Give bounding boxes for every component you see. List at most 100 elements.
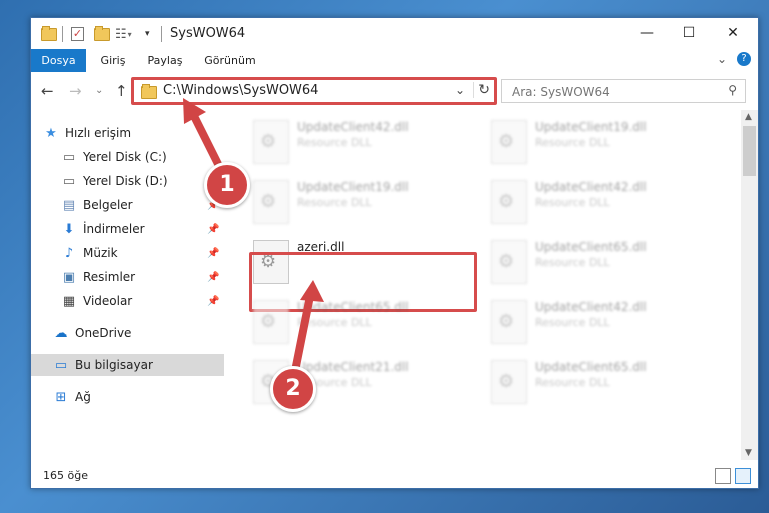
list-item[interactable]: UpdateClient19.dll Resource DLL bbox=[485, 116, 705, 168]
file-name: UpdateClient65.dll bbox=[297, 300, 409, 314]
drive-icon: ▭ bbox=[62, 173, 76, 189]
address-row: ← → ⌄ ↑ C:\Windows\SysWOW64 ⌄ ↻ ⚲ bbox=[31, 72, 758, 110]
list-item[interactable]: UpdateClient42.dll Resource DLL bbox=[485, 176, 705, 228]
sidebar-item-label: Yerel Disk (C:) bbox=[83, 150, 167, 164]
file-name: UpdateClient65.dll bbox=[535, 360, 647, 374]
dll-file-icon bbox=[491, 360, 527, 404]
sidebar-item-downloads[interactable]: ⬇ İndirmeler bbox=[61, 218, 224, 240]
sidebar-item-onedrive[interactable]: ☁ OneDrive bbox=[53, 322, 224, 344]
help-icon[interactable]: ? bbox=[737, 52, 751, 66]
separator bbox=[161, 25, 162, 43]
maximize-button[interactable]: ☐ bbox=[675, 22, 703, 44]
sidebar-item-music[interactable]: ♪ Müzik bbox=[61, 242, 224, 264]
download-icon: ⬇ bbox=[63, 221, 75, 237]
pin-icon[interactable]: 📌 bbox=[207, 224, 219, 235]
file-name: UpdateClient19.dll bbox=[297, 180, 409, 194]
close-button[interactable]: ✕ bbox=[719, 22, 747, 44]
list-item[interactable]: UpdateClient42.dll Resource DLL bbox=[485, 296, 705, 348]
back-arrow-icon[interactable]: ← bbox=[41, 82, 54, 100]
pin-icon[interactable]: 📌 bbox=[207, 272, 219, 283]
forward-arrow-icon[interactable]: → bbox=[69, 82, 82, 100]
file-description: Resource DLL bbox=[297, 196, 372, 209]
minimize-button[interactable]: — bbox=[633, 22, 661, 44]
large-icons-view-icon[interactable] bbox=[735, 468, 751, 484]
dll-file-icon bbox=[253, 300, 289, 344]
title-bar: ✓ ☷ ▾ ▾ SysWOW64 — ☐ ✕ bbox=[31, 18, 758, 49]
tab-giris[interactable]: Giriş bbox=[93, 49, 133, 72]
cloud-icon: ☁ bbox=[54, 325, 68, 341]
sidebar-item-label: Ağ bbox=[75, 390, 91, 404]
sidebar-item-local-disk-c[interactable]: ▭ Yerel Disk (C:) bbox=[61, 146, 224, 168]
scrollbar-thumb[interactable] bbox=[743, 126, 756, 176]
chevron-down-icon[interactable]: ⌄ bbox=[717, 52, 727, 66]
vertical-scrollbar[interactable]: ▲ ▼ bbox=[741, 110, 758, 460]
sidebar-item-network[interactable]: ⊞ Ağ bbox=[53, 386, 224, 408]
sidebar-item-this-pc[interactable]: ▭ Bu bilgisayar bbox=[31, 354, 224, 376]
up-arrow-icon[interactable]: ↑ bbox=[115, 82, 128, 100]
sidebar-item-documents[interactable]: ▤ Belgeler bbox=[61, 194, 224, 216]
file-name: UpdateClient42.dll bbox=[535, 300, 647, 314]
sidebar-item-label: Hızlı erişim bbox=[65, 126, 132, 140]
search-icon[interactable]: ⚲ bbox=[728, 83, 737, 97]
file-description: Resource DLL bbox=[535, 136, 610, 149]
documents-icon: ▤ bbox=[62, 197, 76, 213]
sidebar-item-label: Videolar bbox=[83, 294, 133, 308]
address-highlight-box bbox=[131, 77, 497, 105]
sidebar-item-quick-access[interactable]: ★ Hızlı erişim bbox=[43, 122, 224, 144]
file-description: Resource DLL bbox=[535, 256, 610, 269]
pin-icon[interactable]: 📌 bbox=[207, 248, 219, 259]
file-name: UpdateClient42.dll bbox=[535, 180, 647, 194]
tab-gorunum[interactable]: Görünüm bbox=[199, 49, 261, 72]
drive-icon: ▭ bbox=[62, 149, 76, 165]
sidebar-item-local-disk-d[interactable]: ▭ Yerel Disk (D:) bbox=[61, 170, 224, 192]
sidebar-item-label: Yerel Disk (D:) bbox=[83, 174, 168, 188]
customize-toolbar-icon[interactable]: ▾ bbox=[145, 25, 150, 43]
file-description: Resource DLL bbox=[297, 136, 372, 149]
scroll-up-icon[interactable]: ▲ bbox=[745, 112, 752, 122]
file-name: UpdateClient42.dll bbox=[297, 120, 409, 134]
sidebar-item-label: Belgeler bbox=[83, 198, 133, 212]
scroll-down-icon[interactable]: ▼ bbox=[745, 448, 752, 458]
sidebar-item-videos[interactable]: ▦ Videolar bbox=[61, 290, 224, 312]
file-name: UpdateClient19.dll bbox=[535, 120, 647, 134]
recent-locations-icon[interactable]: ⌄ bbox=[95, 85, 103, 96]
sidebar-item-label: OneDrive bbox=[75, 326, 132, 340]
computer-icon: ▭ bbox=[54, 357, 68, 373]
file-description: Resource DLL bbox=[535, 196, 610, 209]
dll-file-icon bbox=[491, 180, 527, 224]
folder-icon bbox=[41, 25, 57, 43]
file-description: Resource DLL bbox=[297, 316, 372, 329]
dll-file-icon bbox=[491, 300, 527, 344]
list-item[interactable]: UpdateClient65.dll Resource DLL bbox=[247, 296, 467, 348]
separator bbox=[62, 25, 63, 43]
list-item[interactable]: UpdateClient42.dll Resource DLL bbox=[247, 116, 467, 168]
status-bar: 165 öğe bbox=[31, 464, 758, 488]
search-input[interactable] bbox=[510, 82, 714, 102]
list-item[interactable]: UpdateClient19.dll Resource DLL bbox=[247, 176, 467, 228]
dll-file-icon bbox=[491, 240, 527, 284]
step-2-badge: 2 bbox=[270, 366, 316, 412]
file-description: Resource DLL bbox=[535, 316, 610, 329]
sidebar-item-label: Müzik bbox=[83, 246, 118, 260]
ribbon-tabs: Dosya Giriş Paylaş Görünüm ⌄ ? bbox=[31, 49, 758, 101]
window-title: SysWOW64 bbox=[170, 26, 246, 41]
pin-icon[interactable]: 📌 bbox=[207, 296, 219, 307]
tab-paylas[interactable]: Paylaş bbox=[143, 49, 187, 72]
sidebar-item-pictures[interactable]: ▣ Resimler bbox=[61, 266, 224, 288]
search-box[interactable]: ⚲ bbox=[501, 79, 746, 103]
details-view-icon[interactable] bbox=[715, 468, 731, 484]
sidebar-item-label: İndirmeler bbox=[83, 222, 145, 236]
list-item[interactable]: UpdateClient65.dll Resource DLL bbox=[485, 356, 705, 408]
explorer-window: ✓ ☷ ▾ ▾ SysWOW64 — ☐ ✕ Dosya Giriş Paylaş… bbox=[30, 17, 759, 489]
properties-icon[interactable]: ☷ ▾ bbox=[115, 25, 132, 43]
star-icon: ★ bbox=[45, 125, 57, 141]
file-description: Resource DLL bbox=[535, 376, 610, 389]
item-count: 165 öğe bbox=[43, 469, 88, 482]
navigation-pane: ★ Hızlı erişim ▭ Yerel Disk (C:) ▭ Yerel… bbox=[31, 110, 224, 460]
properties-check-icon[interactable]: ✓ bbox=[71, 25, 84, 43]
network-icon: ⊞ bbox=[55, 389, 67, 405]
list-item[interactable]: UpdateClient65.dll Resource DLL bbox=[485, 236, 705, 288]
videos-icon: ▦ bbox=[62, 293, 76, 309]
new-folder-icon[interactable] bbox=[94, 25, 110, 43]
music-icon: ♪ bbox=[64, 245, 74, 261]
